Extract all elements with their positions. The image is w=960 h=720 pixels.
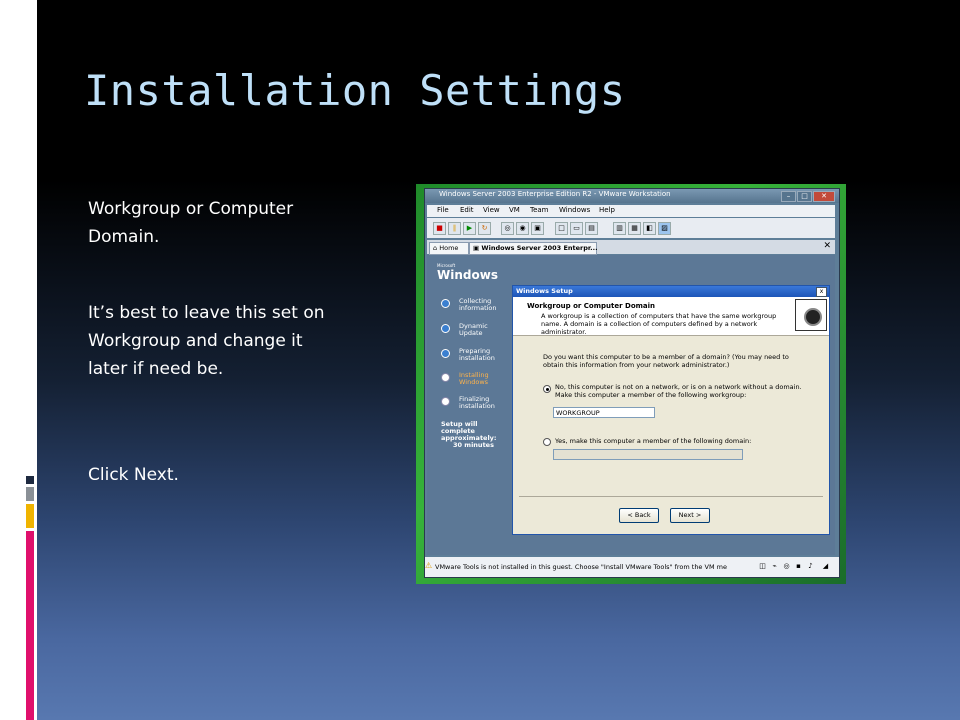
dialog-description: A workgroup is a collection of computers… [541, 312, 777, 336]
vmware-window-title: Windows Server 2003 Enterprise Edition R… [439, 190, 671, 198]
vmware-statusbar: ⚠ VMware Tools is not installed in this … [425, 557, 839, 577]
guest-screen: Microsoft Windows Collecting information… [427, 255, 835, 555]
step-dynamic-update: Dynamic Update [441, 323, 513, 337]
maximize-button[interactable]: □ [797, 191, 812, 202]
dialog-heading: Workgroup or Computer Domain [527, 302, 656, 310]
console-view-icon[interactable]: ▥ [613, 222, 626, 235]
step-done-icon [441, 299, 450, 308]
dialog-separator [519, 496, 823, 497]
step-label: Collecting information [459, 297, 497, 312]
back-button[interactable]: < Back [619, 508, 659, 523]
workgroup-radio[interactable] [543, 385, 551, 393]
domain-radio[interactable] [543, 438, 551, 446]
slide-paragraph-3: Click Next. [88, 465, 179, 485]
vmware-menubar: File Edit View VM Team Windows Help [427, 205, 835, 217]
vm-icon: ▣ [473, 244, 480, 252]
step-label: Installing Windows [459, 371, 489, 386]
menu-view[interactable]: View [483, 206, 500, 214]
menu-windows[interactable]: Windows [559, 206, 590, 214]
decor-bar-dark [26, 476, 34, 484]
window-close-button[interactable]: ✕ [813, 191, 835, 202]
step-label: Dynamic Update [459, 322, 488, 337]
warning-icon: ⚠ [425, 561, 433, 570]
vmware-tools-message: VMware Tools is not installed in this gu… [435, 563, 727, 571]
minimize-button[interactable]: – [781, 191, 796, 202]
dialog-header: Workgroup or Computer Domain A workgroup… [513, 297, 829, 336]
slide-paragraph-2: It’s best to leave this set on Workgroup… [88, 303, 325, 379]
revert-snapshot-icon[interactable]: ◉ [516, 222, 529, 235]
menu-help[interactable]: Help [599, 206, 615, 214]
network-icon[interactable]: ◫ [758, 562, 767, 571]
tab-close-icon[interactable]: ✕ [823, 241, 831, 251]
windows-logo: Microsoft Windows [437, 263, 498, 282]
windows-setup-dialog: Windows Setup x Workgroup or Computer Do… [512, 285, 830, 535]
tab-vm[interactable]: ▣ Windows Server 2003 Enterpr... [469, 242, 598, 255]
home-icon: ⌂ [433, 244, 438, 252]
step-done-icon [441, 349, 450, 358]
cd-drive-icon[interactable]: ◎ [782, 562, 791, 571]
slide-title: Installation Settings [84, 66, 626, 115]
decor-bar-yellow [26, 504, 34, 528]
setup-time-estimate: Setup will complete approximately: 30 mi… [441, 421, 513, 449]
sound-icon[interactable]: ♪ [806, 562, 815, 571]
snapshot-icon[interactable]: ◎ [501, 222, 514, 235]
tab-vm-label: Windows Server 2003 Enterpr... [481, 244, 598, 252]
menu-file[interactable]: File [437, 206, 449, 214]
summary-view-icon[interactable]: ▤ [585, 222, 598, 235]
step-installing-windows: Installing Windows [441, 372, 513, 386]
menu-vm[interactable]: VM [509, 206, 520, 214]
play-icon[interactable]: ▶ [463, 222, 476, 235]
step-label: Preparing installation [459, 347, 495, 362]
full-screen-icon[interactable]: □ [555, 222, 568, 235]
pause-icon[interactable]: ∥ [448, 222, 461, 235]
step-collecting-information: Collecting information [441, 298, 513, 312]
dialog-titlebar: Windows Setup x [513, 286, 829, 297]
resize-grip-icon[interactable]: ◢ [821, 562, 830, 571]
snapshot-manager-icon[interactable]: ▣ [531, 222, 544, 235]
usb-icon[interactable]: ⌁ [770, 562, 779, 571]
quick-switch-icon[interactable]: ▭ [570, 222, 583, 235]
windows-logo-text: Windows [437, 268, 498, 282]
step-label: Finalizing installation [459, 395, 495, 410]
domain-question: Do you want this computer to be a member… [543, 353, 789, 369]
decor-bar-gray [26, 487, 34, 501]
step-finalizing-installation: Finalizing installation [441, 396, 513, 410]
reset-icon[interactable]: ↻ [478, 222, 491, 235]
vmware-screenshot: Windows Server 2003 Enterprise Edition R… [416, 184, 846, 584]
next-button[interactable]: Next > [670, 508, 710, 523]
tab-home-label: Home [439, 244, 459, 252]
setup-complete-time: 30 minutes [453, 441, 494, 449]
slide-paragraph-1: Workgroup or Computer Domain. [88, 199, 294, 247]
vmware-titlebar: Windows Server 2003 Enterprise Edition R… [425, 189, 839, 203]
dialog-title: Windows Setup [516, 287, 573, 295]
decor-bar-magenta [26, 531, 34, 720]
step-pending-icon [441, 373, 450, 382]
appliance-view-icon[interactable]: ▦ [628, 222, 641, 235]
setup-complete-label: Setup will complete approximately: [441, 420, 497, 442]
step-preparing-installation: Preparing installation [441, 348, 513, 362]
unity-icon[interactable]: ◧ [643, 222, 656, 235]
workgroup-input[interactable]: WORKGROUP [553, 407, 655, 418]
stop-icon[interactable]: ■ [433, 222, 446, 235]
vmware-toolbar: ■ ∥ ▶ ↻ ◎ ◉ ▣ □ ▭ ▤ ▥ ▦ ◧ ▨ [427, 218, 835, 238]
workgroup-option-label[interactable]: No, this computer is not on a network, o… [555, 383, 805, 399]
menu-edit[interactable]: Edit [460, 206, 474, 214]
setup-disc-icon [795, 299, 827, 331]
tab-home[interactable]: ⌂ Home [429, 242, 469, 255]
menu-team[interactable]: Team [530, 206, 549, 214]
vmware-tab-bar: ⌂ Home ▣ Windows Server 2003 Enterpr... … [427, 240, 835, 255]
vmware-window: Windows Server 2003 Enterprise Edition R… [424, 188, 840, 578]
step-pending-icon [441, 397, 450, 406]
floppy-icon[interactable]: ▪ [794, 562, 803, 571]
console-icon[interactable]: ▨ [658, 222, 671, 235]
domain-input[interactable] [553, 449, 743, 460]
step-done-icon [441, 324, 450, 333]
domain-option-label[interactable]: Yes, make this computer a member of the … [555, 437, 805, 445]
dialog-close-button[interactable]: x [816, 287, 827, 297]
